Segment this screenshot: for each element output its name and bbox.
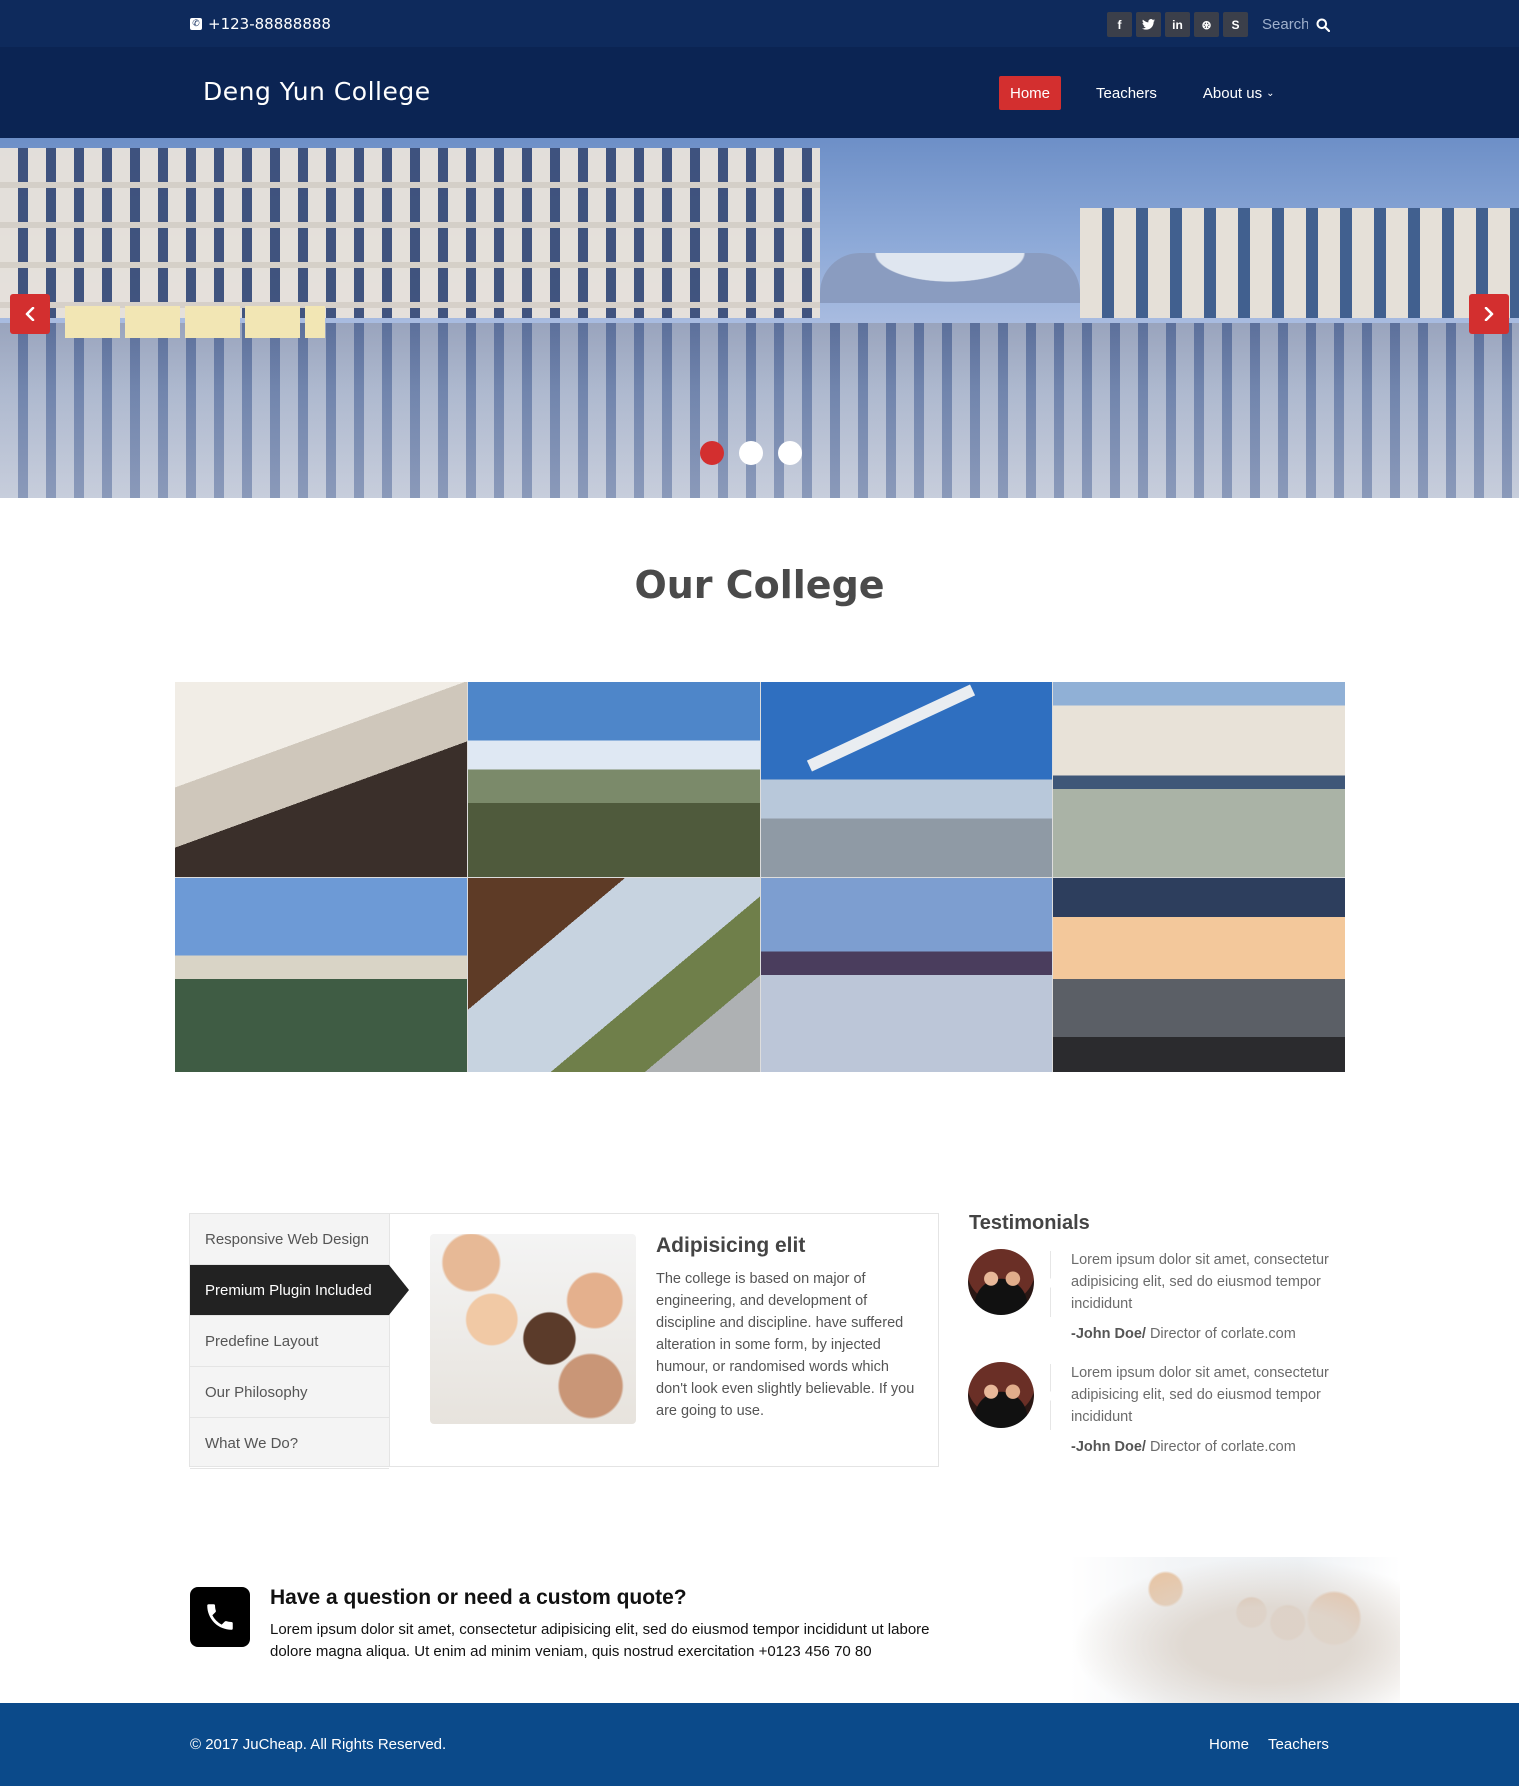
gallery-image-plaza[interactable]	[760, 877, 1053, 1072]
twitter-icon[interactable]	[1136, 12, 1161, 37]
tab-label: Our Philosophy	[205, 1383, 308, 1401]
nav-teachers[interactable]: Teachers	[1085, 76, 1168, 110]
nav-about-us[interactable]: About us ⌄	[1192, 76, 1286, 110]
divider	[1049, 1251, 1055, 1317]
chevron-down-icon: ⌄	[1266, 87, 1275, 99]
tab-responsive-web-design[interactable]: Responsive Web Design	[190, 1214, 389, 1265]
slider-dot-1[interactable]	[700, 441, 724, 465]
social-links: f in ⊛ S	[1107, 12, 1248, 37]
section-title-our-college: Our College	[634, 563, 885, 607]
tab-label: Predefine Layout	[205, 1332, 319, 1350]
gallery-image-modern-building[interactable]	[760, 682, 1053, 877]
chevron-right-icon	[1484, 307, 1494, 321]
feature-tabs: Responsive Web Design Premium Plugin Inc…	[189, 1213, 939, 1469]
tab-our-philosophy[interactable]: Our Philosophy	[190, 1367, 389, 1418]
testimonial-item: Lorem ipsum dolor sit amet, consectetur …	[968, 1362, 1338, 1462]
linkedin-icon[interactable]: in	[1165, 12, 1190, 37]
divider	[1049, 1364, 1055, 1430]
gallery-roof-detail	[806, 684, 975, 772]
author-name: -John Doe/	[1071, 1439, 1146, 1455]
tab-label: Premium Plugin Included	[205, 1281, 372, 1299]
college-gallery	[175, 682, 1345, 1072]
tab-list: Responsive Web Design Premium Plugin Inc…	[190, 1214, 409, 1469]
gallery-image-pergola[interactable]	[467, 877, 760, 1072]
phone-icon	[190, 1587, 250, 1647]
gallery-image-campus-pond[interactable]	[175, 877, 467, 1072]
hero-building-right	[1080, 208, 1519, 318]
cta-team-image	[1070, 1557, 1400, 1703]
tab-premium-plugin-included[interactable]: Premium Plugin Included	[190, 1265, 409, 1316]
testimonials-title: Testimonials	[969, 1212, 1090, 1234]
tab-what-we-do[interactable]: What We Do?	[190, 1418, 389, 1469]
hero-water-reflection	[0, 323, 1519, 498]
testimonial-author: -John Doe/ Director of corlate.com	[1071, 1439, 1296, 1455]
phone-number: +123-88888888	[208, 15, 331, 33]
tab-content-image	[430, 1234, 636, 1424]
slider-dot-3[interactable]	[778, 441, 802, 465]
testimonial-item: Lorem ipsum dolor sit amet, consectetur …	[968, 1249, 1338, 1349]
gallery-image-kitchen[interactable]	[175, 682, 467, 877]
gallery-image-dusk-building[interactable]	[1053, 877, 1345, 1072]
skype-icon[interactable]: S	[1223, 12, 1248, 37]
author-name: -John Doe/	[1071, 1326, 1146, 1342]
tab-content-text: The college is based on major of enginee…	[656, 1271, 915, 1419]
search-input[interactable]	[1262, 13, 1308, 35]
nav-teachers-label: Teachers	[1096, 84, 1157, 102]
chevron-left-icon	[25, 307, 35, 321]
cta-title: Have a question or need a custom quote?	[270, 1586, 687, 1609]
gallery-image-reflection[interactable]	[1053, 682, 1345, 877]
author-role: Director of corlate.com	[1145, 1439, 1296, 1455]
nav-home[interactable]: Home	[999, 76, 1062, 110]
tab-content-title: Adipisicing elit	[656, 1234, 806, 1257]
hero-building-left	[0, 148, 820, 318]
testimonial-quote: Lorem ipsum dolor sit amet, consectetur …	[1071, 1365, 1329, 1425]
footer: © 2017 JuCheap. All Rights Reserved. Hom…	[0, 1703, 1519, 1786]
testimonial-author: -John Doe/ Director of corlate.com	[1071, 1326, 1296, 1342]
cta-text: Lorem ipsum dolor sit amet, consectetur …	[270, 1621, 930, 1660]
search-box	[1262, 13, 1331, 35]
testimonial-quote: Lorem ipsum dolor sit amet, consectetur …	[1071, 1252, 1329, 1312]
hero-canopy	[820, 253, 1080, 303]
facebook-icon[interactable]: f	[1107, 12, 1132, 37]
slider-prev-button[interactable]	[10, 294, 50, 334]
nav-about-label: About us	[1202, 84, 1263, 102]
tab-label: Responsive Web Design	[205, 1230, 369, 1248]
dribbble-icon[interactable]: ⊛	[1194, 12, 1219, 37]
footer-copyright: © 2017 JuCheap. All Rights Reserved.	[190, 1736, 447, 1753]
author-role: Director of corlate.com	[1145, 1326, 1296, 1342]
slider-next-button[interactable]	[1469, 294, 1509, 334]
gallery-image-lake[interactable]	[467, 682, 760, 877]
phone-icon: ✆	[190, 18, 202, 30]
slider-dot-2[interactable]	[739, 441, 763, 465]
site-logo[interactable]: Deng Yun College	[203, 77, 431, 106]
footer-links: Home Teachers	[1209, 1736, 1329, 1753]
footer-link-teachers[interactable]: Teachers	[1268, 1736, 1329, 1753]
main-menu: Home Teachers About us ⌄	[999, 76, 1310, 110]
phone-contact: ✆ +123-88888888	[190, 15, 331, 33]
avatar	[968, 1249, 1034, 1315]
search-icon[interactable]	[1316, 17, 1331, 33]
tab-predefine-layout[interactable]: Predefine Layout	[190, 1316, 389, 1367]
hero-railing	[65, 306, 325, 338]
main-navbar: Deng Yun College Home Teachers About us ⌄	[0, 47, 1519, 138]
footer-link-home[interactable]: Home	[1209, 1736, 1249, 1753]
tab-label: What We Do?	[205, 1434, 299, 1452]
top-bar: ✆ +123-88888888 f in ⊛ S	[0, 0, 1519, 47]
avatar	[968, 1362, 1034, 1428]
slider-pagination	[700, 441, 802, 465]
nav-home-label: Home	[1010, 84, 1051, 102]
